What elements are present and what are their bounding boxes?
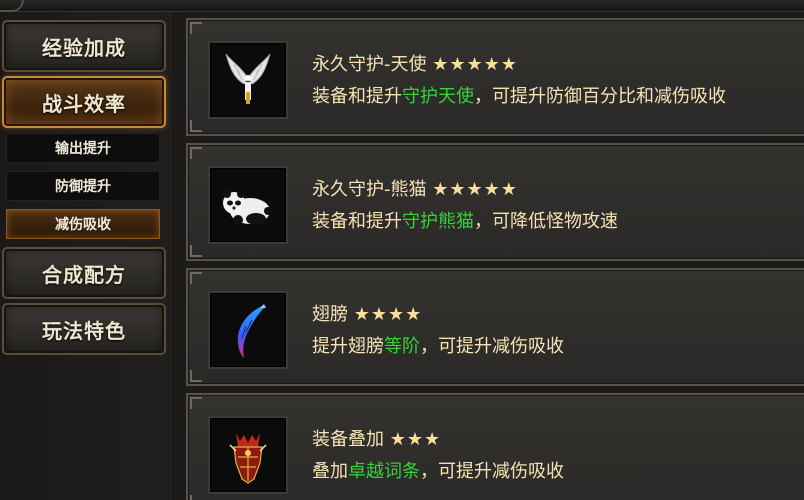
card-description: 提升翅膀等阶，可提升减伤吸收 [312, 332, 564, 358]
nav-button-label: 玩法特色 [42, 318, 126, 343]
desc-highlight: 卓越词条 [348, 461, 420, 482]
sub-nav-output-boost[interactable]: 输出提升 [6, 133, 160, 163]
card-title-text: 永久守护-熊猫 [312, 179, 427, 200]
item-slot [208, 416, 288, 494]
card-title: 装备叠加 ★★★ [312, 425, 441, 451]
angel-wings-icon [225, 53, 271, 104]
star-rating: ★★★★★ [432, 54, 518, 75]
sub-nav-label: 减伤吸收 [55, 217, 111, 233]
sidebar: 经验加成 战斗效率 输出提升 防御提升 减伤吸收 合成配方 玩法特色 [0, 12, 172, 500]
desc-highlight: 守护天使 [402, 86, 474, 107]
card-description: 装备和提升守护熊猫，可降低怪物攻速 [312, 207, 618, 233]
item-slot [208, 291, 288, 369]
nav-button-label: 合成配方 [42, 262, 126, 287]
card-title: 永久守护-熊猫 ★★★★★ [312, 175, 518, 201]
sub-nav-label: 输出提升 [55, 141, 111, 157]
desc-highlight: 守护熊猫 [402, 211, 474, 232]
card-title: 翅膀 ★★★★ [312, 300, 422, 326]
nav-button-synthesis-recipe[interactable]: 合成配方 [2, 247, 166, 299]
desc-text: 提升翅膀 [312, 336, 384, 357]
top-frame-strip [0, 0, 804, 12]
desc-text: 装备和提升 [312, 211, 402, 232]
star-rating: ★★★★★ [432, 179, 518, 200]
nav-button-label: 战斗效率 [42, 91, 126, 116]
armor-icon [229, 433, 267, 484]
panda-icon [223, 190, 272, 225]
feature-card: 永久守护-熊猫 ★★★★★ 装备和提升守护熊猫，可降低怪物攻速 [186, 143, 804, 261]
nav-button-label: 经验加成 [42, 35, 126, 60]
feature-card: 装备叠加 ★★★ 叠加卓越词条，可提升减伤吸收 [186, 393, 804, 500]
desc-text: ，可降低怪物攻速 [474, 211, 618, 232]
item-slot [208, 41, 288, 119]
sub-nav-label: 防御提升 [55, 179, 111, 195]
star-rating: ★★★ [389, 429, 442, 450]
wings-icon [237, 304, 266, 358]
desc-highlight: 等阶 [384, 336, 420, 357]
desc-text: ，可提升防御百分比和减伤吸收 [474, 86, 726, 107]
feature-card: 永久守护-天使 ★★★★★ 装备和提升守护天使，可提升防御百分比和减伤吸收 [186, 18, 804, 136]
feature-card: 翅膀 ★★★★ 提升翅膀等阶，可提升减伤吸收 [186, 268, 804, 386]
nav-button-gameplay-features[interactable]: 玩法特色 [2, 303, 166, 355]
frame-ornament-icon [0, 0, 24, 12]
card-title-text: 装备叠加 [312, 429, 384, 450]
desc-text: 装备和提升 [312, 86, 402, 107]
content-panel: 永久守护-天使 ★★★★★ 装备和提升守护天使，可提升防御百分比和减伤吸收 永久… [182, 12, 804, 500]
desc-text: ，可提升减伤吸收 [420, 336, 564, 357]
sub-nav-damage-reduction[interactable]: 减伤吸收 [6, 209, 160, 239]
card-title: 永久守护-天使 ★★★★★ [312, 50, 518, 76]
desc-text: ，可提升减伤吸收 [420, 461, 564, 482]
item-slot [208, 166, 288, 244]
card-title-text: 翅膀 [312, 304, 348, 325]
star-rating: ★★★★ [353, 304, 423, 325]
card-title-text: 永久守护-天使 [312, 54, 427, 75]
nav-button-exp-bonus[interactable]: 经验加成 [2, 20, 166, 72]
nav-button-combat-efficiency[interactable]: 战斗效率 [2, 76, 166, 128]
desc-text: 叠加 [312, 461, 348, 482]
sub-nav-defense-boost[interactable]: 防御提升 [6, 171, 160, 201]
card-description: 叠加卓越词条，可提升减伤吸收 [312, 457, 564, 483]
card-description: 装备和提升守护天使，可提升防御百分比和减伤吸收 [312, 82, 726, 108]
